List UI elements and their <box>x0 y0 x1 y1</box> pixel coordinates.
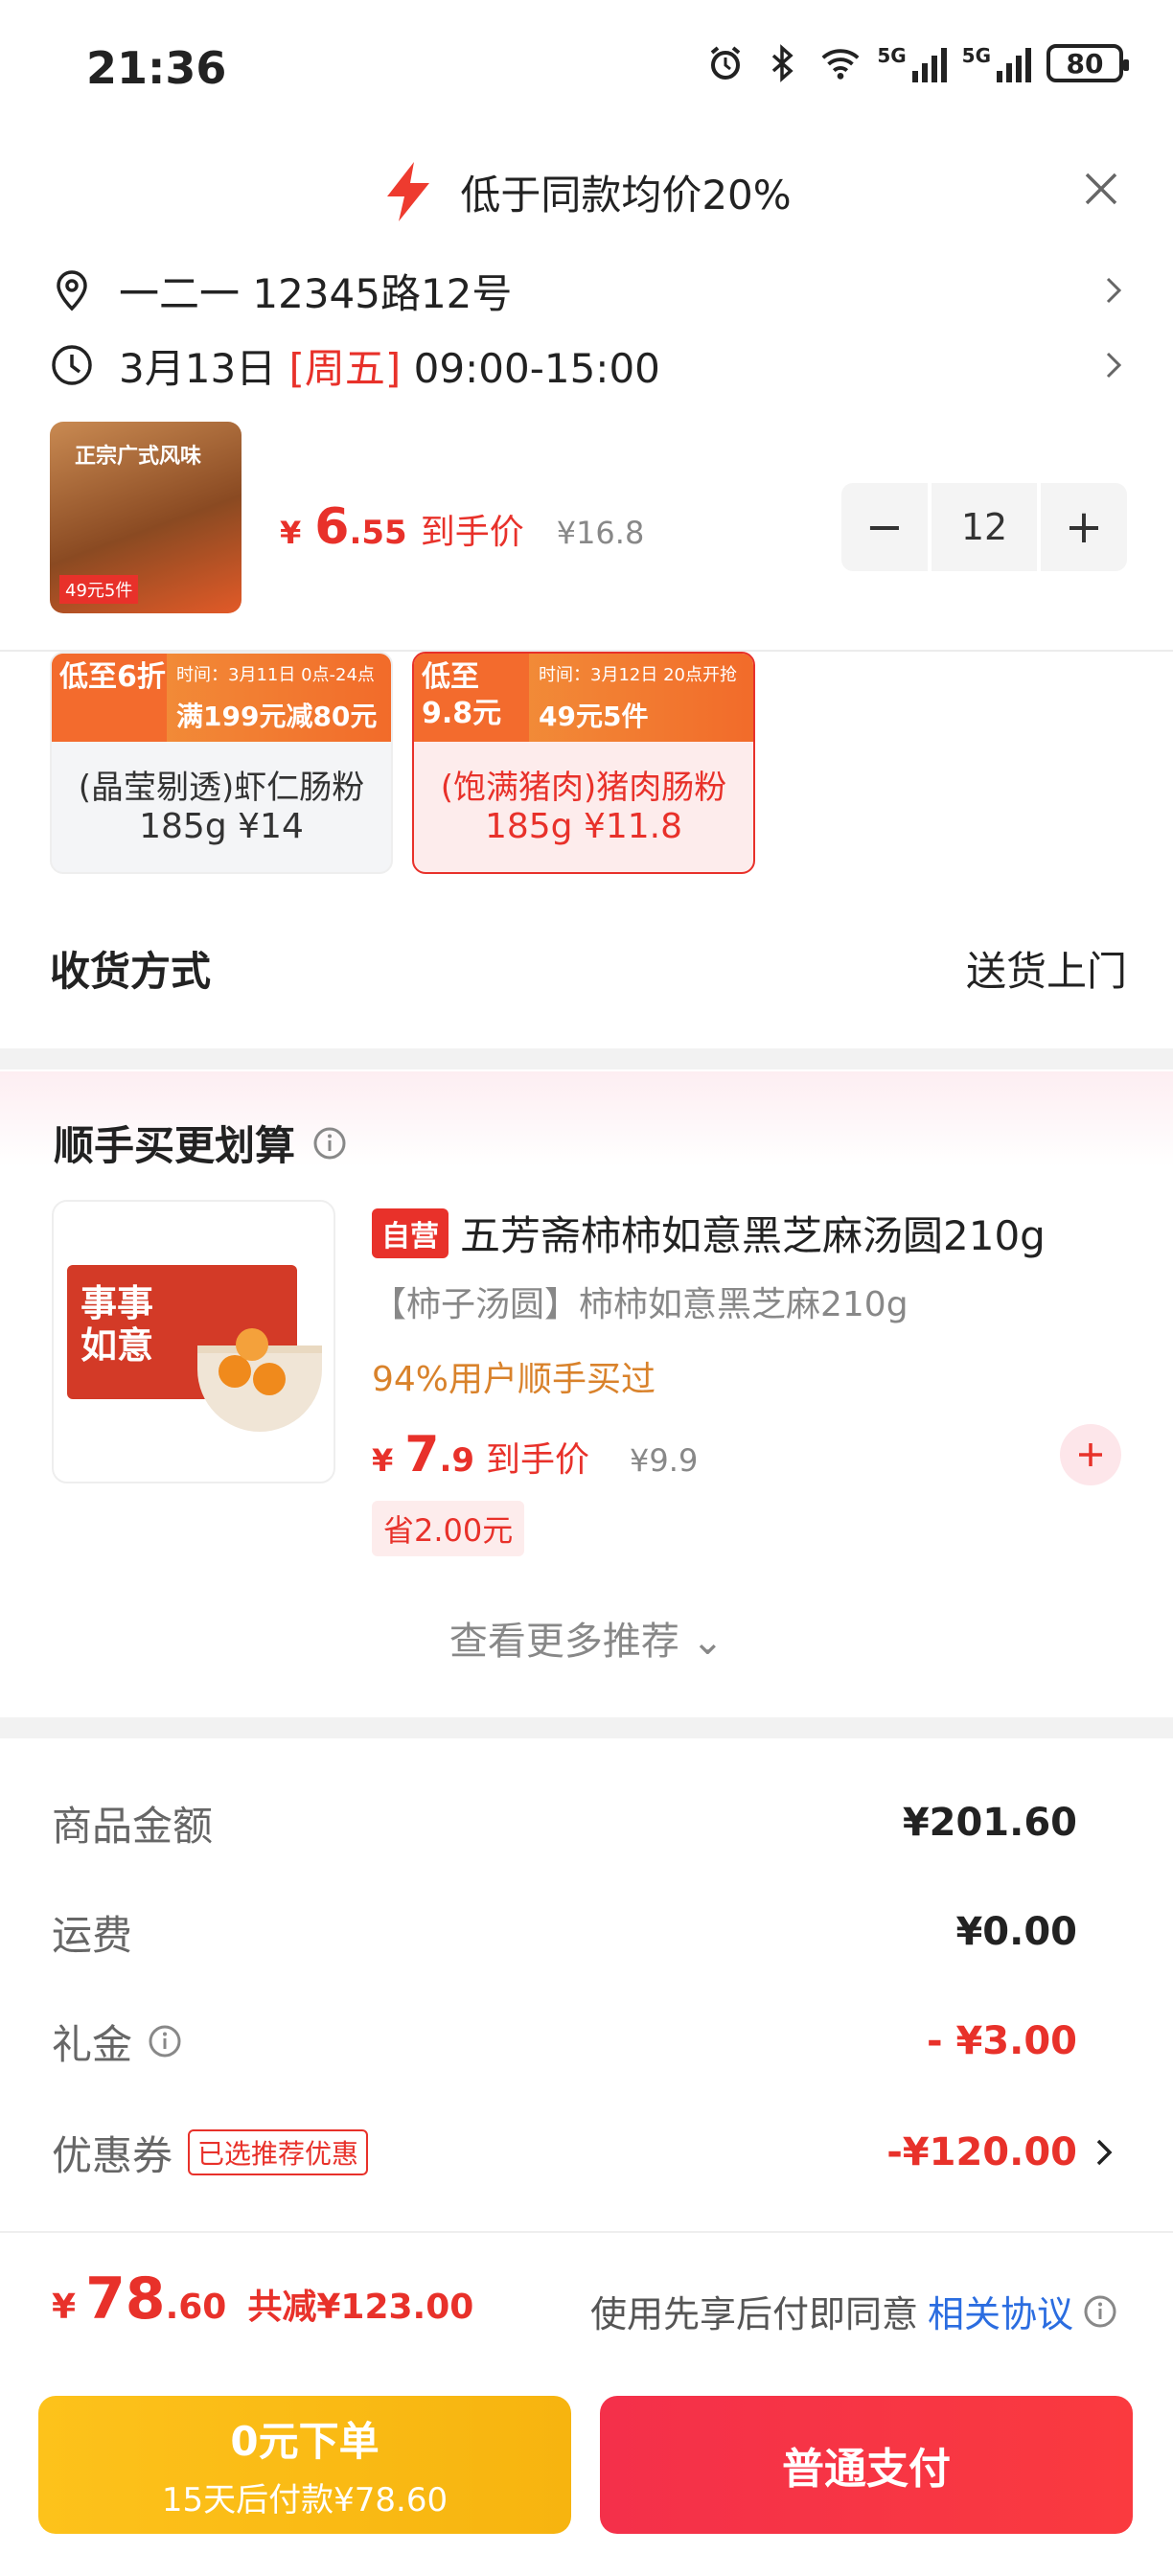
product-pack-text: 事事如意 <box>80 1282 154 1367</box>
agreement-text: 使用先享后付即同意 相关协议 <box>590 2285 1117 2337</box>
receive-method-row[interactable]: 收货方式 送货上门 <box>50 930 1127 1006</box>
section-gap <box>0 1717 1173 1738</box>
clock-icon <box>52 345 92 385</box>
close-icon[interactable] <box>1077 165 1125 213</box>
total-price: ¥ 78 .60 共减¥123.00 <box>52 2266 474 2333</box>
status-icons: 5G 5G 80 <box>704 42 1129 84</box>
promo-text: 低于同款均价20% <box>460 171 792 218</box>
variant-card-pork[interactable]: 低至9.8元 时间：3月12日 20点开抢 49元5件 (饱满猪肉)猪肉肠粉 1… <box>412 652 755 874</box>
cell-signal-2-icon: 5G <box>962 44 1031 82</box>
variant-spec: 185g ¥11.8 <box>484 807 683 846</box>
original-price: ¥16.8 <box>556 515 645 551</box>
bluetooth-icon <box>762 42 804 84</box>
decrease-button[interactable]: − <box>841 483 928 571</box>
recommend-product-price: ¥ 7 .9 到手价 ¥9.9 <box>372 1426 699 1484</box>
delivery-weekday: [周五] <box>288 344 402 392</box>
goods-amount-row: 商品金额 ¥201.60 <box>52 1801 1077 1850</box>
status-bar: 21:36 5G 5G 80 <box>0 0 1173 134</box>
address-row[interactable]: 一二一 12345路12号 <box>50 257 1127 324</box>
battery-icon: 80 <box>1046 44 1129 82</box>
chevron-right-icon <box>1106 277 1122 304</box>
quantity-value[interactable]: 12 <box>928 483 1041 571</box>
product-summary-row: 正宗广式风味 49元5件 ¥ 6 .55 到手价 ¥16.8 − 12 + <box>50 422 1127 613</box>
recommend-product-subtitle: 【柿子汤圆】柿柿如意黑芝麻210g <box>372 1285 908 1324</box>
quantity-stepper: − 12 + <box>841 483 1127 571</box>
coupon-row[interactable]: 优惠券 已选推荐优惠 -¥120.00 <box>52 2114 1077 2191</box>
location-pin-icon <box>57 270 87 311</box>
variant-name: (晶莹剔透)虾仁肠粉 <box>78 769 365 807</box>
recommend-product-name: 五芳斋柿柿如意黑芝麻汤圆210g <box>460 1212 1046 1259</box>
variant-card-shrimp[interactable]: 低至6折 时间：3月11日 0点-24点 满199元减80元 (晶莹剔透)虾仁肠… <box>50 652 393 874</box>
normal-pay-button[interactable]: 普通支付 <box>600 2396 1133 2534</box>
address-text: 一二一 12345路12号 <box>119 269 513 317</box>
checkout-page: 21:36 5G 5G 80 低于同款均价20% 一二一 12345路12号 3… <box>0 0 1173 2576</box>
info-icon[interactable] <box>1083 2294 1117 2329</box>
recommend-header: 顺手买更划算 <box>54 1114 347 1172</box>
increase-button[interactable]: + <box>1041 483 1127 571</box>
save-amount-tag: 省2.00元 <box>372 1501 525 1556</box>
gift-money-row: 礼金 - ¥3.00 <box>52 2019 1077 2068</box>
add-to-order-button[interactable] <box>1060 1424 1121 1485</box>
variant-spec: 185g ¥14 <box>139 807 304 846</box>
chevron-right-icon <box>1106 352 1122 379</box>
delivery-time-row[interactable]: 3月13日 [周五] 09:00-15:00 <box>50 332 1127 399</box>
pay-later-button[interactable]: 0元下单 15天后付款¥78.60 <box>38 2396 571 2534</box>
product-price: ¥ 6 .55 到手价 ¥16.8 <box>280 498 645 556</box>
section-gap <box>0 1048 1173 1070</box>
recommend-product-image[interactable]: 事事如意 <box>52 1200 335 1484</box>
wifi-icon <box>819 42 862 84</box>
delivery-time-text: 3月13日 [周五] 09:00-15:00 <box>119 336 1100 395</box>
product-thumbnail[interactable]: 正宗广式风味 49元5件 <box>50 422 242 613</box>
recommend-title: 顺手买更划算 <box>54 1122 296 1169</box>
plus-icon <box>1079 1443 1102 1466</box>
delivery-date: 3月13日 <box>119 344 277 392</box>
alarm-icon <box>704 42 747 84</box>
receive-method-label: 收货方式 <box>50 947 212 995</box>
recommend-bought-rate: 94%用户顺手买过 <box>372 1360 656 1399</box>
see-more-recommendations-link[interactable]: 查看更多推荐 ⌄ <box>0 1610 1173 1666</box>
variant-name: (饱满猪肉)猪肉肠粉 <box>440 769 727 807</box>
chevron-right-icon[interactable] <box>1092 2135 1116 2170</box>
receive-method-value: 送货上门 <box>965 947 1127 995</box>
lightning-icon <box>387 162 430 221</box>
delivery-window: 09:00-15:00 <box>413 344 660 392</box>
recommended-coupon-tag: 已选推荐优惠 <box>188 2129 369 2175</box>
info-icon[interactable] <box>312 1126 347 1161</box>
info-icon[interactable] <box>148 2024 182 2058</box>
status-time: 21:36 <box>86 42 227 94</box>
total-discount: 共减¥123.00 <box>247 2288 474 2327</box>
agreement-link[interactable]: 相关协议 <box>928 2285 1073 2337</box>
cell-signal-1-icon: 5G <box>877 44 947 82</box>
price-promo-banner: 低于同款均价20% <box>0 153 1173 230</box>
recommend-product-title[interactable]: 自营 五芳斋柿柿如意黑芝麻汤圆210g <box>372 1204 1046 1262</box>
original-price: ¥9.9 <box>630 1442 699 1479</box>
shipping-row: 运费 ¥0.00 <box>52 1910 1077 1959</box>
self-operated-badge: 自营 <box>372 1208 448 1258</box>
